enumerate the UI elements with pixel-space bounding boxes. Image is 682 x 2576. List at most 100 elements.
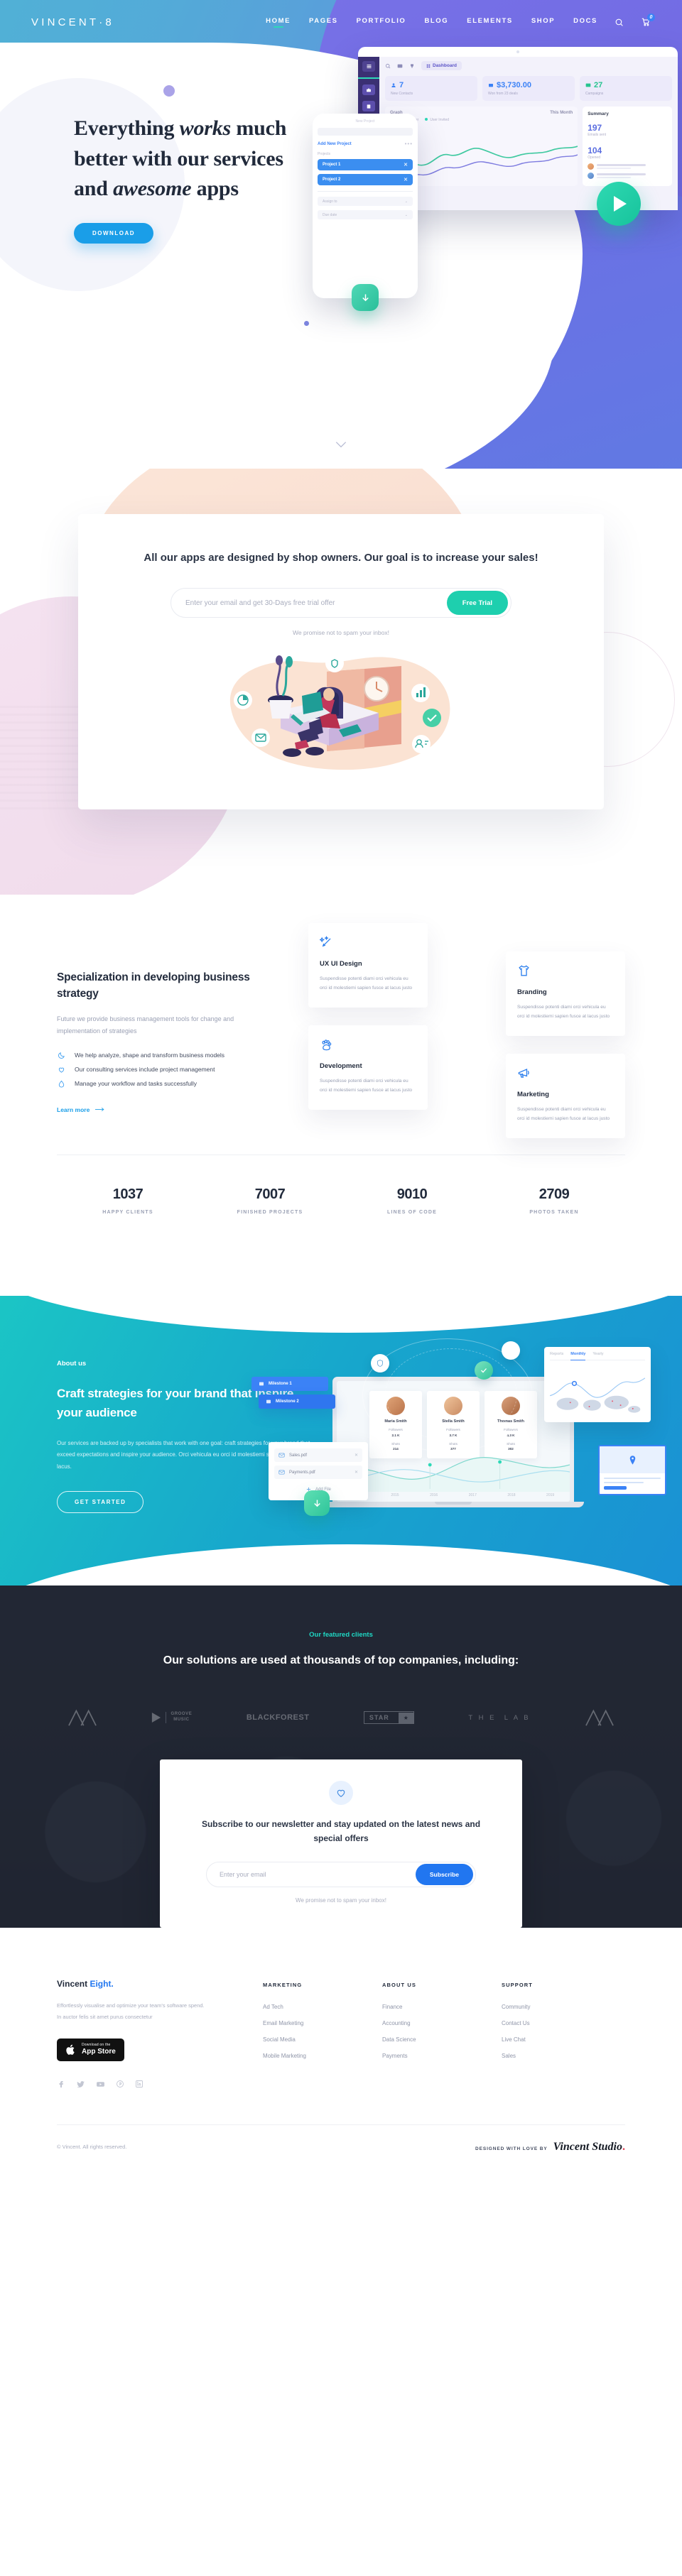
learn-more-link[interactable]: Learn more xyxy=(57,1106,105,1113)
clients-heading: Our solutions are used at thousands of t… xyxy=(163,1654,519,1667)
footer-link[interactable]: Accounting xyxy=(382,2020,462,2026)
milestone-item[interactable]: Milestone 2 xyxy=(259,1395,335,1409)
footer-link[interactable]: Contact Us xyxy=(502,2020,581,2026)
tab-reports[interactable]: Reports xyxy=(550,1352,563,1356)
nav-item-portfolio[interactable]: PORTFOLIO xyxy=(357,17,406,28)
footer-link[interactable]: Data Science xyxy=(382,2036,462,2043)
year-label: 2017 xyxy=(468,1493,477,1498)
cart-icon[interactable]: 0 xyxy=(641,13,655,27)
graph-header: Graph This Month xyxy=(390,111,573,115)
chevron-down-icon: ⌄ xyxy=(404,212,408,217)
service-card-desc: Suspendisse potenti diami orci vehicula … xyxy=(320,976,413,991)
phone-field-assign[interactable]: Assign to ⌄ xyxy=(318,197,413,206)
location-card-button[interactable] xyxy=(604,1486,627,1490)
service-card-branding[interactable]: Branding Suspendisse potenti diami orci … xyxy=(506,951,625,1036)
book-icon[interactable] xyxy=(362,101,375,111)
service-card-title: Marketing xyxy=(517,1091,549,1099)
file-row[interactable]: Sales.pdf ✕ xyxy=(274,1448,362,1463)
avatar xyxy=(588,173,595,179)
blackforest-label: BLACKFOREST xyxy=(246,1713,310,1723)
copyright-text: © Vincent. All rights reserved. xyxy=(57,2144,127,2151)
download-button[interactable]: DOWNLOAD xyxy=(74,222,153,244)
the-lab-label: T H E L A B xyxy=(468,1713,531,1722)
youtube-icon[interactable] xyxy=(96,2080,105,2089)
dashboard-menu-chip[interactable]: Dashboard xyxy=(421,61,462,70)
close-icon[interactable]: ✕ xyxy=(354,1453,358,1458)
phone-field-due-date[interactable]: Due date ⌄ xyxy=(318,210,413,219)
briefcase-icon[interactable] xyxy=(362,84,375,95)
dashboard-trophy-icon[interactable] xyxy=(409,63,415,69)
nav-item-shop[interactable]: SHOP xyxy=(531,17,555,28)
subscribe-button[interactable]: Subscribe xyxy=(415,1864,473,1886)
dashboard-card-icon[interactable] xyxy=(397,63,403,69)
tab-monthly[interactable]: Monthly xyxy=(570,1352,586,1361)
app-store-big: App Store xyxy=(82,2047,116,2056)
linkedin-icon[interactable] xyxy=(135,2080,144,2089)
close-icon[interactable]: ✕ xyxy=(354,1470,358,1475)
footer-bottom: © Vincent. All rights reserved. DESIGNED… xyxy=(57,2124,625,2173)
credit-signature[interactable]: Vincent Studio. xyxy=(553,2141,625,2154)
play-triangle-icon xyxy=(152,1713,161,1723)
offer-section: All our apps are designed by shop owners… xyxy=(0,469,682,895)
nav-item-elements[interactable]: ELEMENTS xyxy=(467,17,513,28)
close-icon[interactable]: ✕ xyxy=(404,162,408,168)
free-trial-button[interactable]: Free Trial xyxy=(446,591,508,616)
hero-copy: Everything works much better with our se… xyxy=(0,44,298,244)
get-started-button[interactable]: GET STARTED xyxy=(57,1491,144,1514)
play-button[interactable] xyxy=(597,182,641,226)
footer-link[interactable]: Community xyxy=(502,2004,581,2010)
credit-name: Vincent Studio xyxy=(553,2140,622,2153)
subscribe-email-input[interactable] xyxy=(220,1871,416,1879)
facebook-icon[interactable] xyxy=(57,2080,65,2089)
bullet-text: Manage your workflow and tasks successfu… xyxy=(75,1080,197,1088)
bullet-item: We help analyze, shape and transform bus… xyxy=(57,1052,277,1059)
nav-item-home[interactable]: HOME xyxy=(266,17,291,28)
service-card-development[interactable]: Development Suspendisse potenti diami or… xyxy=(308,1025,428,1110)
footer-logo[interactable]: Vincent Eight. xyxy=(57,1979,263,1989)
footer-link[interactable]: Payments xyxy=(382,2053,462,2059)
twitter-icon[interactable] xyxy=(76,2080,85,2089)
nav-item-docs[interactable]: DOCS xyxy=(573,17,597,28)
nav-item-blog[interactable]: BLOG xyxy=(424,17,448,28)
chevron-down-icon[interactable] xyxy=(335,439,347,450)
legend-label: User Invited xyxy=(430,118,450,122)
service-card-marketing[interactable]: Marketing Suspendisse potenti diami orci… xyxy=(506,1054,625,1138)
phone-project-item[interactable]: Project 2 ✕ xyxy=(318,174,413,185)
file-name: Sales.pdf xyxy=(289,1453,308,1458)
site-logo[interactable]: VINCENT·8 xyxy=(31,16,114,28)
pinterest-icon[interactable] xyxy=(116,2080,124,2089)
chart-year-labels: 2014 2015 2016 2017 2018 2019 xyxy=(337,1493,570,1497)
hamburger-icon[interactable] xyxy=(362,61,375,72)
footer-link[interactable]: Live Chat xyxy=(502,2036,581,2043)
specialization-inner: Specialization in developing business st… xyxy=(57,920,625,1155)
add-new-project-link[interactable]: Add New Project xyxy=(318,142,352,146)
offer-email-input[interactable] xyxy=(185,599,447,607)
file-name: Payments.pdf xyxy=(289,1470,315,1475)
specialization-bullets: We help analyze, shape and transform bus… xyxy=(57,1052,277,1088)
more-dots-icon[interactable]: ••• xyxy=(405,141,413,147)
download-icon[interactable] xyxy=(304,1490,330,1517)
dashboard-search-icon[interactable] xyxy=(385,63,391,69)
search-icon[interactable] xyxy=(615,18,624,27)
footer-link[interactable]: Ad Tech xyxy=(263,2004,342,2010)
close-icon[interactable]: ✕ xyxy=(404,177,408,182)
service-card-ux-ui-design[interactable]: UX UI Design Suspendisse potenti diami o… xyxy=(308,923,428,1008)
phone-project-item[interactable]: Project 1 ✕ xyxy=(318,159,413,170)
nav-item-pages[interactable]: PAGES xyxy=(309,17,338,28)
graph-range-select[interactable]: This Month xyxy=(550,111,573,115)
footer-link[interactable]: Email Marketing xyxy=(263,2020,342,2026)
app-store-button[interactable]: Download on the App Store xyxy=(57,2038,124,2061)
bullet-item: Manage your workflow and tasks successfu… xyxy=(57,1080,277,1088)
file-row[interactable]: Payments.pdf ✕ xyxy=(274,1466,362,1480)
milestone-item[interactable]: Milestone 1 xyxy=(251,1377,328,1392)
tab-yearly[interactable]: Yearly xyxy=(592,1352,603,1356)
phone-search-bar[interactable] xyxy=(318,128,413,136)
hero-title-part-2: better with our services xyxy=(74,146,283,170)
project-label: Project 1 xyxy=(323,163,341,167)
download-icon[interactable] xyxy=(352,284,379,311)
footer-link[interactable]: Finance xyxy=(382,2004,462,2010)
groove-music-label: GROOVE MUSIC xyxy=(166,1712,192,1723)
footer-link[interactable]: Sales xyxy=(502,2053,581,2059)
footer-link[interactable]: Mobile Marketing xyxy=(263,2053,342,2059)
footer-link[interactable]: Social Media xyxy=(263,2036,342,2043)
